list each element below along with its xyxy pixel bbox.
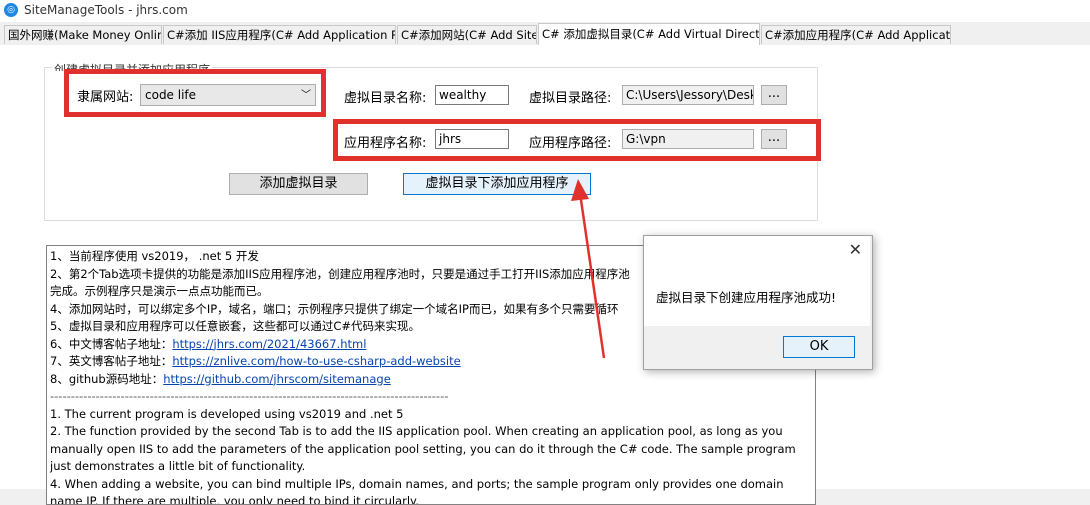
close-icon[interactable]: ✕ [849,240,862,259]
tab-strip: 国外网赚(Make Money Online) C#添加 IIS应用程序(C# … [0,23,1090,46]
tab-add-app-pool[interactable]: C#添加 IIS应用程序(C# Add Application Pool) [163,25,396,44]
tab-add-site[interactable]: C#添加网站(C# Add Site) [397,25,537,44]
dialog-message: 虚拟目录下创建应用程序池成功! [656,287,836,306]
red-arrow [0,45,1090,489]
tab-content: 创建虚拟目录并添加应用程序 隶属网站: code life ﹀ 虚拟目录名称: … [0,45,1090,489]
ok-button[interactable]: OK [783,336,855,358]
tab-add-application[interactable]: C#添加应用程序(C# Add Application) [761,25,951,44]
tab-add-virtual-directory[interactable]: C# 添加虚拟目录(C# Add Virtual Directory) [538,23,760,46]
tab-make-money[interactable]: 国外网赚(Make Money Online) [4,25,162,44]
app-icon: ◎ [4,3,18,17]
title-bar: ◎ SiteManageTools - jhrs.com [0,0,1090,22]
window-title: SiteManageTools - jhrs.com [24,3,188,17]
message-dialog: ✕ 虚拟目录下创建应用程序池成功! OK [643,235,873,370]
